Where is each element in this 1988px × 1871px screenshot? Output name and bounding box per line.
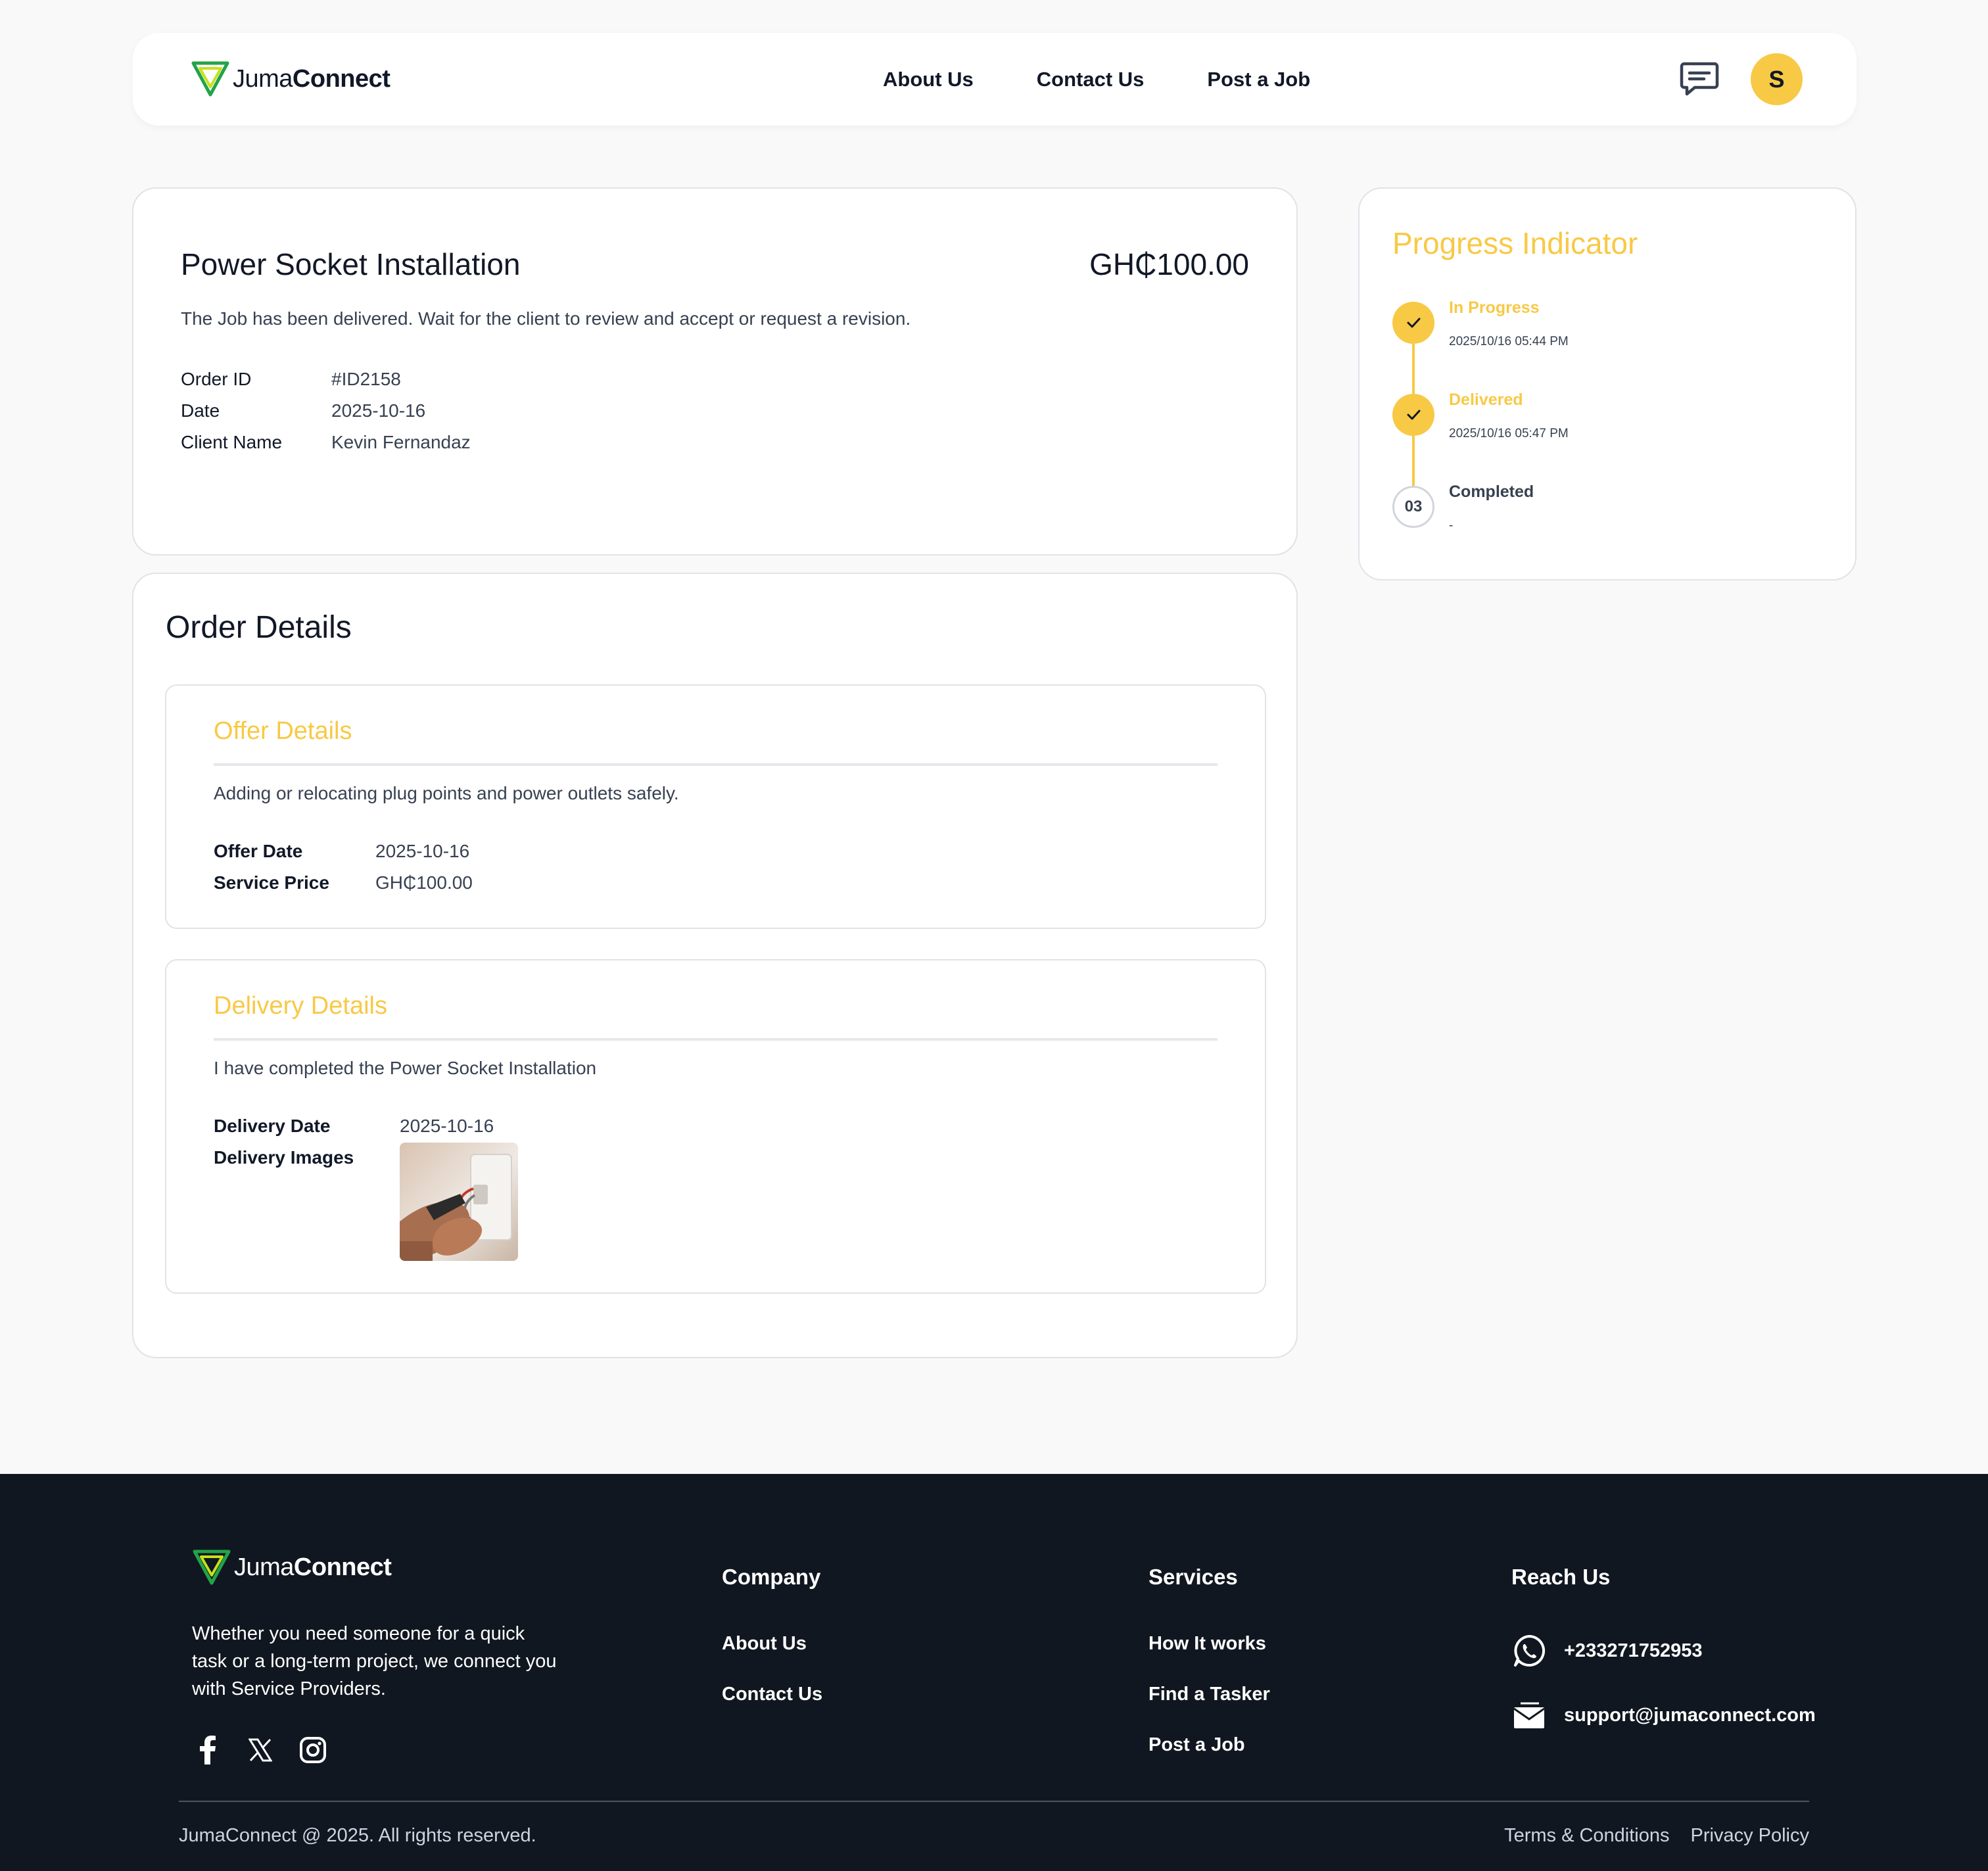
- nav-post-a-job[interactable]: Post a Job: [1207, 68, 1310, 91]
- progress-title: Progress Indicator: [1392, 226, 1638, 260]
- step-in-progress-label: In Progress: [1449, 298, 1540, 317]
- footer-services-column: Services How It works Find a Tasker Post…: [1148, 1565, 1270, 1756]
- offer-date-label: Offer Date: [214, 841, 303, 861]
- service-price-label: Service Price: [214, 872, 329, 893]
- main-nav: About Us Contact Us Post a Job: [883, 33, 1310, 126]
- delivery-description: I have completed the Power Socket Instal…: [214, 1058, 597, 1078]
- order-details-card: Order Details Offer Details Adding or re…: [132, 573, 1298, 1358]
- logo-mark-icon: [191, 61, 229, 97]
- service-price-value: GH₵100.00: [375, 872, 473, 893]
- step-in-progress-time: 2025/10/16 05:44 PM: [1449, 335, 1569, 348]
- top-navbar: JumaConnect About Us Contact Us Post a J…: [133, 33, 1857, 126]
- nav-contact-us[interactable]: Contact Us: [1037, 68, 1145, 91]
- user-avatar[interactable]: S: [1751, 53, 1803, 105]
- divider: [214, 763, 1218, 766]
- step-completed-time: -: [1449, 519, 1454, 533]
- date-label: Date: [181, 400, 220, 421]
- delivery-date-label: Delivery Date: [214, 1116, 331, 1136]
- progress-indicator-card: Progress Indicator In Progress 2025/10/1…: [1358, 187, 1857, 580]
- date-value: 2025-10-16: [331, 400, 426, 421]
- footer-link-about-us[interactable]: About Us: [722, 1633, 822, 1655]
- footer-link-find-a-tasker[interactable]: Find a Tasker: [1148, 1684, 1270, 1705]
- email-address: support@jumaconnect.com: [1564, 1704, 1816, 1726]
- delivery-images-label: Delivery Images: [214, 1147, 354, 1168]
- logo-wordmark: JumaConnect: [233, 64, 390, 93]
- phone-number: +233271752953: [1564, 1640, 1703, 1661]
- delivery-image-thumbnail[interactable]: [400, 1143, 518, 1261]
- terms-link[interactable]: Terms & Conditions: [1504, 1825, 1669, 1847]
- logo-mark-icon: [193, 1550, 231, 1585]
- order-id-label: Order ID: [181, 369, 252, 389]
- facebook-icon[interactable]: [192, 1734, 224, 1766]
- divider: [214, 1038, 1218, 1041]
- footer-link-post-a-job[interactable]: Post a Job: [1148, 1734, 1270, 1756]
- legal-links: Terms & Conditions Privacy Policy: [1483, 1825, 1809, 1847]
- instagram-icon[interactable]: [297, 1734, 329, 1766]
- logo-wordmark: JumaConnect: [234, 1553, 392, 1581]
- footer-reach-title: Reach Us: [1511, 1565, 1611, 1589]
- offer-details-card: Offer Details Adding or relocating plug …: [165, 684, 1266, 929]
- footer-divider: [179, 1801, 1809, 1802]
- delivery-details-title: Delivery Details: [214, 992, 387, 1020]
- order-id-value: #ID2158: [331, 369, 401, 389]
- chat-bubble-icon[interactable]: [1678, 57, 1721, 101]
- offer-description: Adding or relocating plug points and pow…: [214, 783, 679, 803]
- footer-link-contact-us[interactable]: Contact Us: [722, 1684, 822, 1705]
- whatsapp-icon: [1511, 1633, 1547, 1669]
- step-completed-label: Completed: [1449, 483, 1534, 501]
- x-icon[interactable]: [245, 1734, 276, 1766]
- job-summary-card: Power Socket Installation GH₵100.00 The …: [132, 187, 1298, 556]
- step-connector: [1412, 436, 1415, 486]
- job-price: GH₵100.00: [1089, 247, 1249, 281]
- footer-logo[interactable]: JumaConnect: [192, 1546, 392, 1588]
- header-logo[interactable]: JumaConnect: [191, 58, 390, 100]
- offer-date-value: 2025-10-16: [375, 841, 470, 861]
- footer-tagline: Whether you need someone for a quick tas…: [192, 1623, 557, 1699]
- social-links: [192, 1734, 350, 1766]
- order-details-title: Order Details: [166, 610, 352, 645]
- footer-company-column: Company About Us Contact Us: [722, 1565, 822, 1705]
- nav-about-us[interactable]: About Us: [883, 68, 974, 91]
- job-meta: Order ID #ID2158 Date 2025-10-16 Client …: [181, 369, 471, 453]
- delivery-details-card: Delivery Details I have completed the Po…: [165, 959, 1266, 1294]
- email-contact[interactable]: support@jumaconnect.com: [1511, 1697, 1816, 1733]
- job-title: Power Socket Installation: [181, 247, 521, 281]
- offer-meta: Offer Date 2025-10-16 Service Price GH₵1…: [214, 841, 473, 893]
- client-name-value: Kevin Fernandaz: [331, 432, 471, 452]
- step-delivered-check-icon: [1392, 394, 1434, 436]
- footer-company-title: Company: [722, 1565, 821, 1589]
- footer-link-how-it-works[interactable]: How It works: [1148, 1633, 1270, 1655]
- delivery-date-value: 2025-10-16: [400, 1116, 494, 1136]
- step-completed-number: 03: [1392, 486, 1434, 528]
- phone-contact[interactable]: +233271752953: [1511, 1633, 1816, 1669]
- step-in-progress-check-icon: [1392, 302, 1434, 344]
- copyright-text: JumaConnect @ 2025. All rights reserved.: [179, 1825, 536, 1846]
- step-connector: [1412, 344, 1415, 394]
- step-delivered-label: Delivered: [1449, 391, 1523, 409]
- site-footer: JumaConnect Whether you need someone for…: [0, 1474, 1988, 1871]
- footer-reach-column: Reach Us +233271752953 support@jumaconne…: [1511, 1565, 1816, 1733]
- client-name-label: Client Name: [181, 432, 283, 452]
- step-delivered-time: 2025/10/16 05:47 PM: [1449, 427, 1569, 440]
- footer-services-title: Services: [1148, 1565, 1238, 1589]
- job-status-message: The Job has been delivered. Wait for the…: [181, 308, 911, 329]
- offer-details-title: Offer Details: [214, 717, 352, 745]
- privacy-policy-link[interactable]: Privacy Policy: [1691, 1825, 1810, 1847]
- mail-icon: [1511, 1697, 1547, 1733]
